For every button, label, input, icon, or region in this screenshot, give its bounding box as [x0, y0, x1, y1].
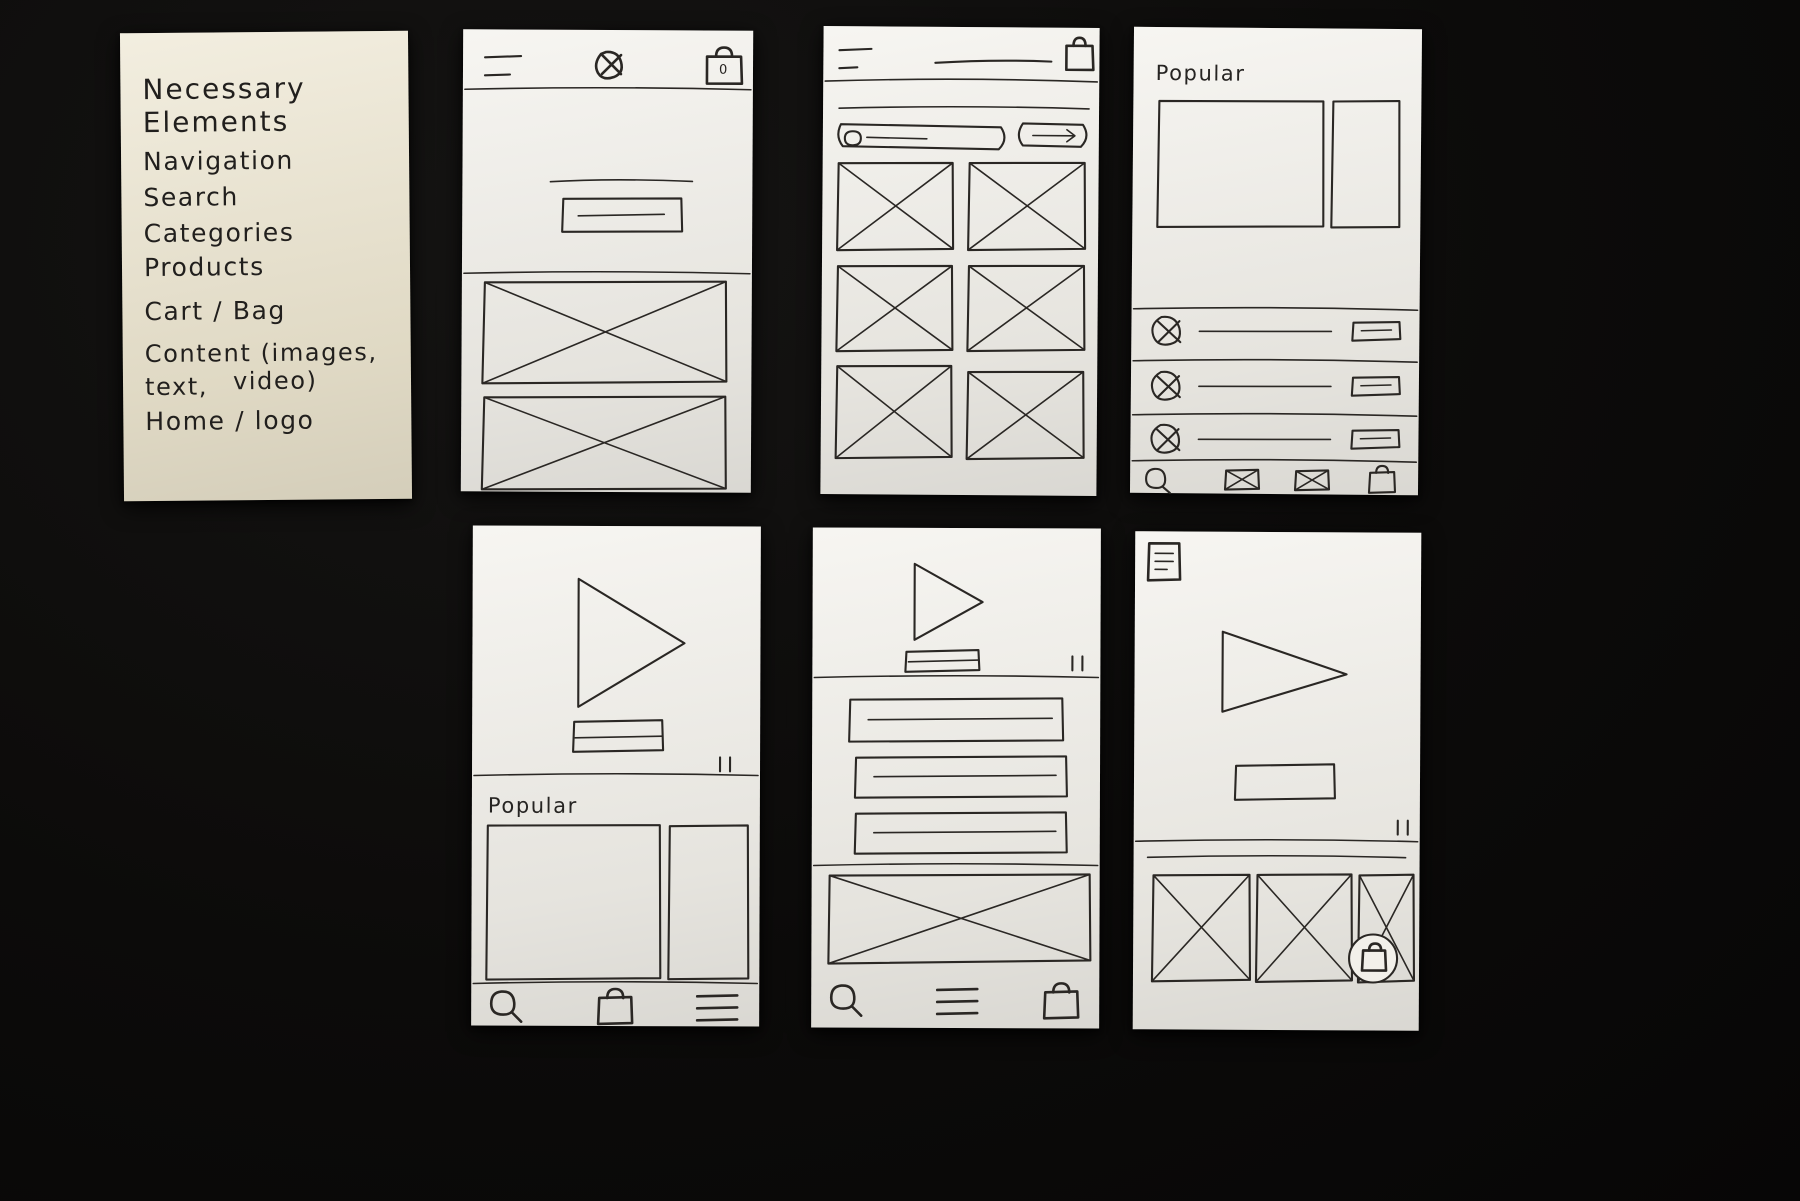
list-row: [1131, 370, 1418, 418]
button-placeholder: [572, 719, 665, 753]
grid-cell: [965, 370, 1085, 461]
list-row: [1132, 315, 1418, 364]
play-triangle-icon: [1221, 630, 1348, 713]
video-popular-wireframe: Popular: [471, 525, 761, 1027]
search-icon: [829, 984, 863, 1017]
circle-x-icon: [1150, 423, 1181, 454]
image-block: [485, 824, 662, 981]
hamburger-icon: [838, 47, 873, 70]
image-block: [480, 395, 727, 491]
search-pill: [837, 123, 1006, 151]
note-item-products: Products: [143, 252, 265, 283]
cart-badge: 0: [718, 62, 728, 78]
tabbar: [1145, 464, 1397, 495]
tabbar: [489, 987, 739, 1026]
button-placeholder: [1233, 763, 1336, 801]
wf5-ink: [812, 562, 1100, 1020]
circle-x-icon: [1150, 370, 1181, 401]
note-title: Necessary Elements: [142, 71, 306, 140]
button-placeholder: [561, 197, 684, 233]
popular-list-wireframe: Popular: [1129, 26, 1423, 496]
note-item-navigation: Navigation: [142, 145, 295, 177]
pill-button: [1350, 376, 1401, 397]
play-triangle-icon: [577, 577, 686, 708]
text-block: [848, 697, 1065, 743]
note-item-content-line2: video): [232, 366, 318, 396]
filter-pill: [1017, 122, 1088, 148]
fab-shopping-bag: [1348, 933, 1399, 984]
button-placeholder: [904, 649, 981, 673]
necessary-elements-note: Necessary Elements Navigation Search Cat…: [119, 30, 413, 502]
wf6-ink: [1134, 542, 1419, 984]
note-item-categories: Categories: [143, 217, 295, 249]
hamburger-menu-icon: [695, 994, 739, 1022]
circle-x-logo-icon: [594, 50, 624, 80]
envelope-icon: [1223, 468, 1261, 491]
video-products-wireframe: [1132, 531, 1422, 1031]
product-tile: [1254, 873, 1354, 983]
pause-bars-marker: [718, 756, 732, 773]
pill-button: [1350, 429, 1401, 450]
wide-image-block: [827, 873, 1092, 965]
text-block: [853, 755, 1068, 799]
image-block: [667, 824, 750, 981]
grid-cell: [835, 264, 954, 353]
grid-cell: [834, 364, 953, 460]
wf3-ink: [1131, 99, 1419, 495]
grid-cell: [966, 264, 1086, 353]
play-triangle-icon: [913, 562, 984, 641]
video-article-wireframe: [811, 527, 1101, 1029]
text-block: [853, 811, 1068, 855]
document-list-icon: [1146, 542, 1182, 582]
list-row: [1131, 423, 1418, 464]
product-tile: [1150, 873, 1252, 983]
note-item-cart-bag: Cart / Bag: [144, 295, 287, 327]
pause-bars-marker: [1071, 655, 1084, 672]
hamburger-menu-icon: [935, 987, 979, 1016]
wf2-ink: [824, 36, 1099, 461]
image-block: [481, 280, 728, 385]
pause-bars-marker: [1396, 819, 1409, 836]
image-block: [1330, 100, 1401, 229]
shopping-bag-icon: [1065, 36, 1095, 72]
grid-cell: [967, 161, 1087, 252]
note-item-search: Search: [143, 182, 240, 213]
envelope-icon: [1293, 469, 1331, 492]
hamburger-icon: [483, 54, 523, 77]
home-screen-wireframe: 0: [460, 29, 754, 493]
grid-cell: [836, 161, 955, 252]
search-icon: [489, 990, 523, 1023]
note-item-home-logo: Home / logo: [145, 405, 315, 437]
shopping-bag-icon: [1367, 464, 1397, 494]
pill-button: [1351, 321, 1402, 342]
wf1-ink: [463, 46, 752, 491]
circle-x-icon: [1151, 315, 1182, 346]
image-block: [1156, 99, 1325, 229]
shopping-bag-icon: [596, 987, 634, 1026]
shopping-bag-icon: [1042, 982, 1080, 1020]
search-icon: [1145, 467, 1172, 495]
category-grid-wireframe: [820, 26, 1100, 496]
tabbar: [829, 982, 1080, 1020]
wf4-ink: [472, 577, 759, 1026]
